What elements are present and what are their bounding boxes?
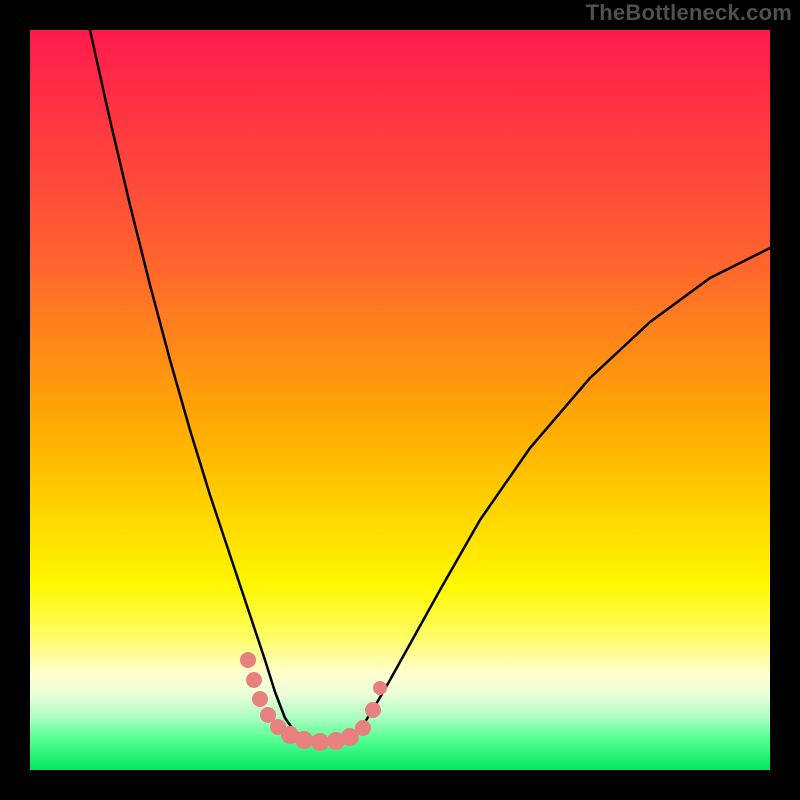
- marker-2: [252, 691, 268, 707]
- marker-1: [246, 672, 262, 688]
- plot-area: [30, 30, 770, 770]
- watermark-text: TheBottleneck.com: [586, 0, 792, 26]
- gradient-background: [30, 30, 770, 770]
- outer-frame: TheBottleneck.com: [0, 0, 800, 800]
- bottleneck-chart: [30, 30, 770, 770]
- marker-6: [295, 731, 313, 749]
- marker-12: [373, 681, 387, 695]
- marker-0: [240, 652, 256, 668]
- marker-11: [365, 702, 381, 718]
- marker-10: [355, 720, 371, 736]
- marker-7: [311, 733, 329, 751]
